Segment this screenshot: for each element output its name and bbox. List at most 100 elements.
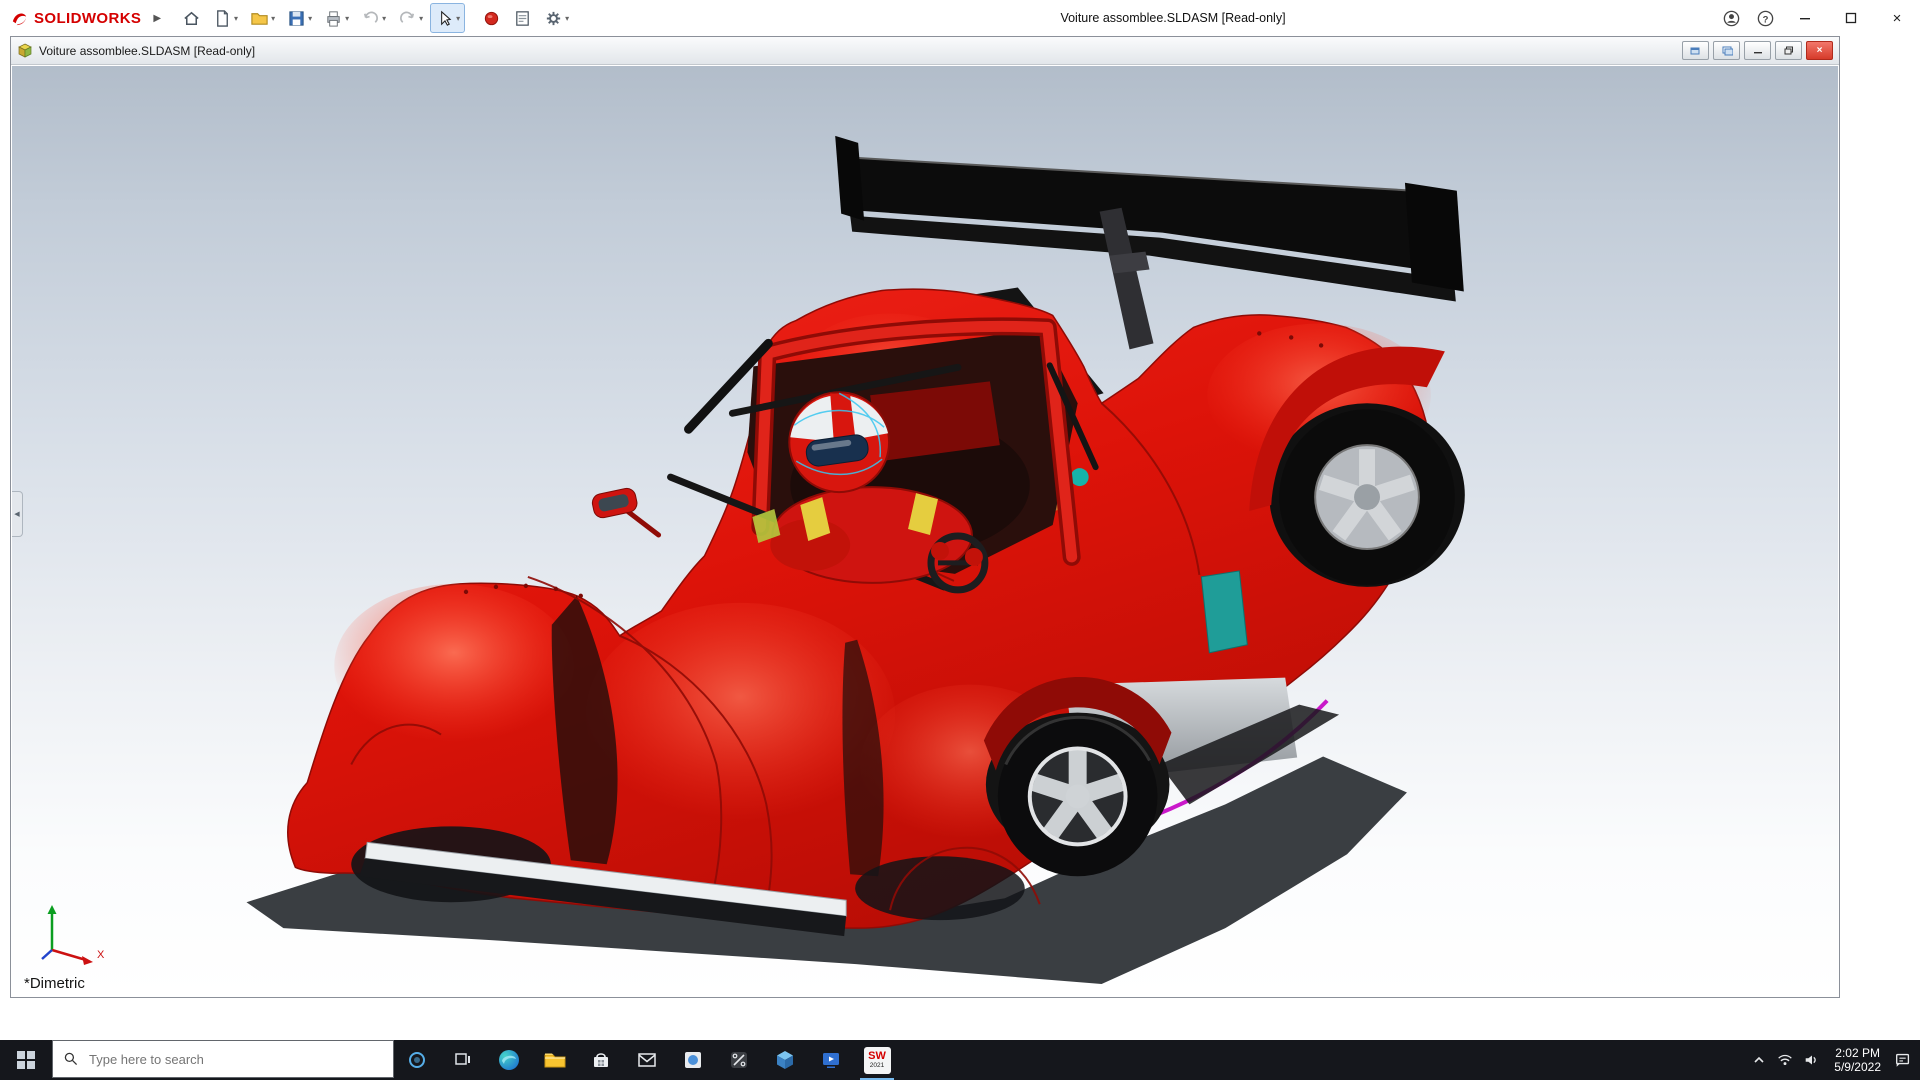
new-document-button[interactable]: ▾ — [208, 3, 243, 33]
windows-taskbar: SW 2021 2:02 PM 5/9/2022 — [0, 1040, 1920, 1080]
clock-time: 2:02 PM — [1834, 1046, 1881, 1060]
cortana-icon — [407, 1050, 427, 1070]
rear-right-wheel-group[interactable] — [1269, 403, 1465, 587]
print-icon — [324, 9, 343, 28]
task-view-button[interactable] — [440, 1040, 486, 1080]
minimize-button[interactable] — [1782, 0, 1828, 36]
panel-collapse-handle[interactable]: ◀ — [12, 491, 23, 537]
taskbar-search[interactable] — [52, 1040, 394, 1078]
edge-button[interactable] — [486, 1040, 532, 1080]
maximize-button[interactable] — [1828, 0, 1874, 36]
assembly-document-icon — [17, 43, 33, 59]
doc-minimize-button[interactable] — [1744, 41, 1771, 60]
dropdown-caret-icon[interactable]: ▾ — [382, 14, 386, 23]
undo-icon — [361, 9, 380, 28]
photos-icon — [682, 1049, 704, 1071]
triad-x-label: X — [97, 949, 105, 961]
doc-dock-button[interactable] — [1713, 41, 1740, 60]
dropdown-caret-icon[interactable]: ▾ — [419, 14, 423, 23]
new-document-icon — [213, 9, 232, 28]
view-orientation-label: *Dimetric — [24, 975, 85, 992]
home-button[interactable] — [177, 3, 206, 33]
doc-restore-button[interactable] — [1775, 41, 1802, 60]
select-tool-button[interactable]: ▾ — [430, 3, 465, 33]
doc-restore-icon — [1784, 46, 1794, 55]
doc-float-button[interactable] — [1682, 41, 1709, 60]
account-icon — [1722, 9, 1741, 28]
close-button[interactable]: × — [1874, 0, 1920, 36]
redo-icon — [398, 9, 417, 28]
app-titlebar: SOLIDWORKS ▶ ▾ ▾ ▾ — [0, 0, 1920, 36]
dropdown-caret-icon[interactable]: ▾ — [456, 14, 460, 23]
solidworks-app-icon: SW 2021 — [864, 1047, 891, 1074]
teal-accent — [1071, 468, 1089, 486]
options-button[interactable]: ▾ — [539, 3, 574, 33]
solidworks-year-text: 2021 — [870, 1062, 884, 1070]
main-toolbar: ▾ ▾ ▾ ▾ ▾ — [177, 3, 574, 33]
save-button[interactable]: ▾ — [282, 3, 317, 33]
solidworks-badge-text: SW — [868, 1051, 886, 1062]
svg-text:?: ? — [1762, 14, 1768, 25]
volume-icon[interactable] — [1803, 1051, 1821, 1069]
store-button[interactable] — [578, 1040, 624, 1080]
windows-logo-icon — [17, 1051, 35, 1069]
car-3d-model[interactable] — [12, 66, 1838, 996]
search-input[interactable] — [87, 1051, 351, 1068]
dropdown-caret-icon[interactable]: ▾ — [271, 14, 275, 23]
toolbar-expand-icon[interactable]: ▶ — [153, 13, 161, 24]
start-button[interactable] — [0, 1040, 52, 1080]
undo-button[interactable]: ▾ — [356, 3, 391, 33]
network-icon[interactable] — [1776, 1051, 1794, 1069]
brand-wordmark: SOLIDWORKS — [34, 10, 141, 27]
file-properties-button[interactable] — [508, 3, 537, 33]
dropdown-caret-icon[interactable]: ▾ — [234, 14, 238, 23]
account-button[interactable] — [1714, 0, 1748, 36]
open-button[interactable]: ▾ — [245, 3, 280, 33]
dassault-logo-icon — [10, 9, 29, 28]
document-window-controls: × — [1682, 41, 1833, 60]
driver-helmet[interactable] — [789, 392, 889, 492]
rebuild-icon — [482, 9, 501, 28]
tray-chevron-icon[interactable] — [1751, 1052, 1767, 1068]
cortana-button[interactable] — [394, 1040, 440, 1080]
dropdown-caret-icon[interactable]: ▾ — [345, 14, 349, 23]
graphics-viewport[interactable]: X *Dimetric ◀ — [12, 66, 1838, 996]
dropdown-caret-icon[interactable]: ▾ — [308, 14, 312, 23]
dropdown-caret-icon[interactable]: ▾ — [565, 14, 569, 23]
solidworks-brand: SOLIDWORKS — [0, 9, 141, 28]
snipping-tool-icon — [728, 1049, 750, 1071]
teal-side-window[interactable] — [1201, 571, 1247, 653]
rebuild-button[interactable] — [477, 3, 506, 33]
help-button[interactable]: ? — [1748, 0, 1782, 36]
print-button[interactable]: ▾ — [319, 3, 354, 33]
taskbar-clock[interactable]: 2:02 PM 5/9/2022 — [1830, 1046, 1885, 1074]
minimize-icon — [1799, 12, 1811, 24]
mail-button[interactable] — [624, 1040, 670, 1080]
store-icon — [590, 1049, 612, 1071]
action-center-icon[interactable] — [1894, 1051, 1912, 1069]
3d-viewer-button[interactable] — [762, 1040, 808, 1080]
float-window-icon — [1690, 46, 1702, 56]
maximize-icon — [1845, 12, 1857, 24]
help-icon: ? — [1756, 9, 1775, 28]
orientation-triad: X — [34, 898, 112, 972]
snipping-tool-button[interactable] — [716, 1040, 762, 1080]
system-tray: 2:02 PM 5/9/2022 — [1751, 1040, 1920, 1080]
options-gear-icon — [544, 9, 563, 28]
mail-icon — [636, 1049, 658, 1071]
doc-close-button[interactable]: × — [1806, 41, 1833, 60]
movies-tv-button[interactable] — [808, 1040, 854, 1080]
file-explorer-button[interactable] — [532, 1040, 578, 1080]
side-mirror[interactable] — [591, 487, 659, 535]
photos-button[interactable] — [670, 1040, 716, 1080]
edge-icon — [497, 1048, 521, 1072]
document-titlebar[interactable]: Voiture assomblee.SLDASM [Read-only] — [11, 37, 1839, 65]
clock-date: 5/9/2022 — [1834, 1060, 1881, 1074]
file-explorer-icon — [543, 1048, 567, 1072]
redo-button[interactable]: ▾ — [393, 3, 428, 33]
app-window-controls: ? × — [1714, 0, 1920, 36]
document-title: Voiture assomblee.SLDASM [Read-only] — [39, 44, 255, 58]
solidworks-taskbar-button[interactable]: SW 2021 — [854, 1040, 900, 1080]
task-view-icon — [453, 1050, 473, 1070]
dock-window-icon — [1721, 46, 1733, 56]
